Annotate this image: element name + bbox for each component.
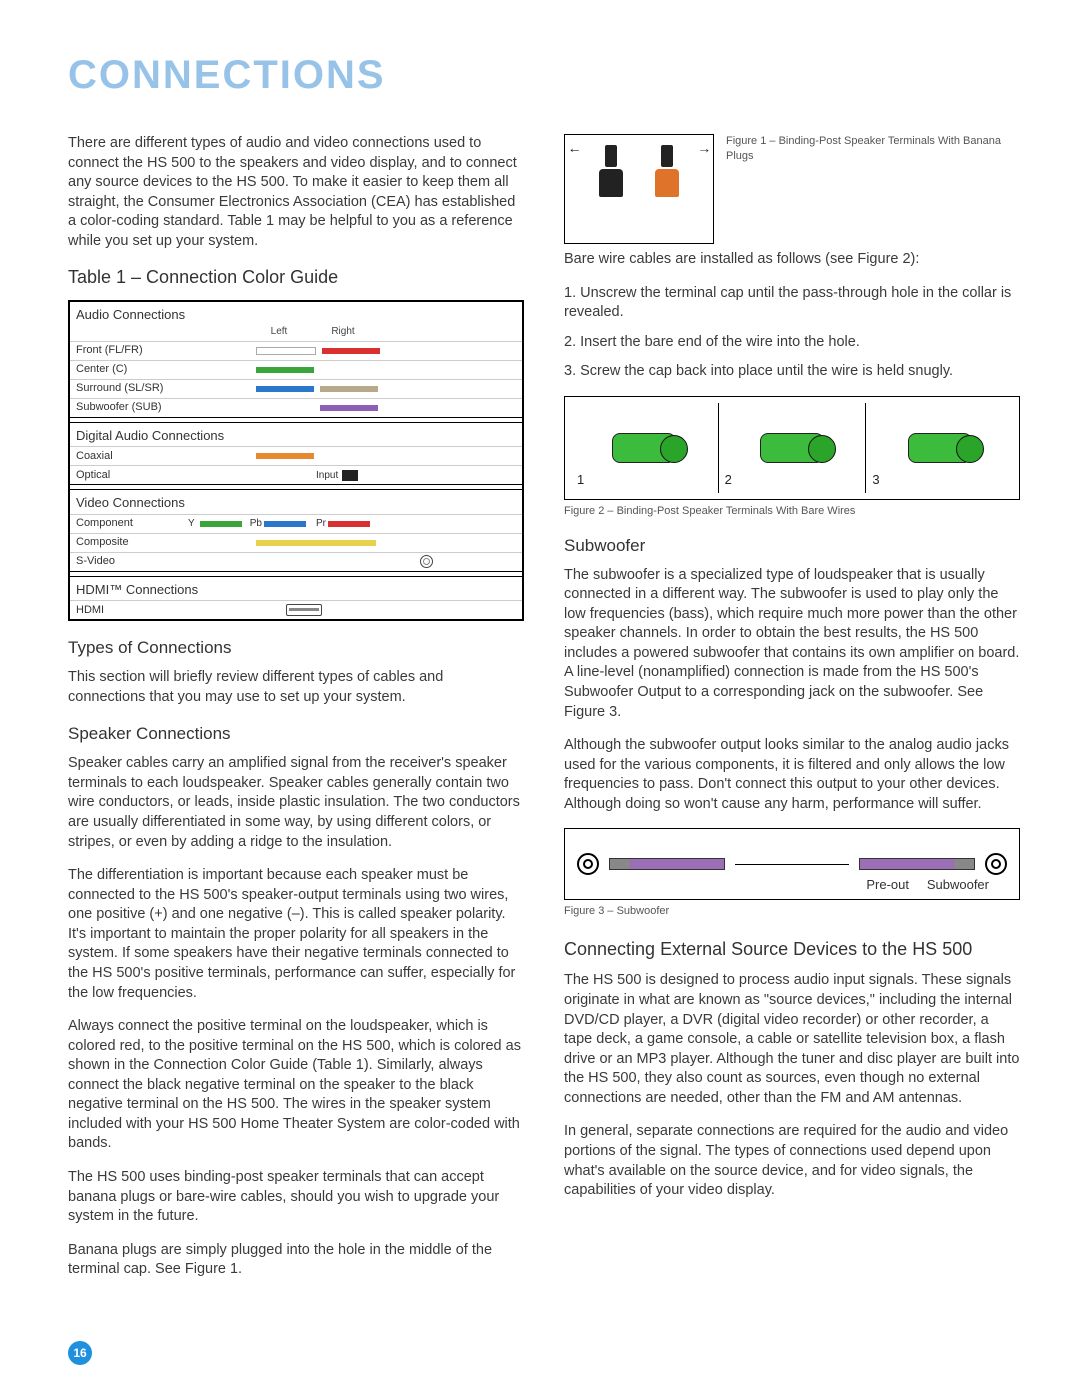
p-ext1: The HS 500 is designed to process audio … (564, 971, 1020, 1108)
p-sp4: The HS 500 uses binding-post speaker ter… (68, 1168, 524, 1227)
table1-sec2: Video Connections (70, 490, 522, 514)
swatch-front-right (322, 348, 380, 354)
table1-title: Table 1 – Connection Color Guide (68, 265, 524, 289)
p-types: This section will briefly review differe… (68, 668, 524, 707)
table-row: Front (FL/FR) (70, 341, 522, 360)
optical-input-icon (342, 470, 358, 481)
table-row: Composite (70, 533, 522, 552)
binding-post-red (655, 169, 679, 197)
table-row: Subwoofer (SUB) (70, 398, 522, 417)
swatch-composite (256, 540, 376, 546)
page-title: CONNECTIONS (68, 48, 1020, 102)
p-ext2: In general, separate connections are req… (564, 1122, 1020, 1200)
table-row: Surround (SL/SR) (70, 379, 522, 398)
swatch-center (256, 367, 314, 373)
swatch-pb (264, 521, 306, 527)
p-sp3: Always connect the positive terminal on … (68, 1017, 524, 1154)
table-row: Optical Input (70, 465, 522, 484)
rca-jack-icon (985, 853, 1007, 875)
p-sub2: Although the subwoofer output looks simi… (564, 736, 1020, 814)
table-row: S-Video (70, 552, 522, 571)
table-row: Component Y Pb Pr (70, 514, 522, 533)
rca-cable-icon (609, 858, 725, 870)
swatch-front-left (256, 347, 316, 355)
binding-post-black (599, 169, 623, 197)
intro-paragraph: There are different types of audio and v… (68, 134, 524, 251)
left-column: There are different types of audio and v… (68, 134, 524, 1294)
figure-2: 1 2 3 (564, 396, 1020, 500)
figure1-caption: Figure 1 – Binding-Post Speaker Terminal… (726, 134, 1020, 240)
hdmi-plug-icon (286, 604, 322, 616)
p-sub1: The subwoofer is a specialized type of l… (564, 566, 1020, 723)
p-sp2: The differentiation is important because… (68, 866, 524, 1003)
arrow-down-icon: ↓ (566, 147, 585, 154)
heading-sub: Subwoofer (564, 535, 1020, 558)
figure3-caption: Figure 3 – Subwoofer (564, 904, 1020, 919)
heading-speaker: Speaker Connections (68, 723, 524, 746)
figure-3: Pre-out Subwoofer (564, 828, 1020, 900)
figure2-caption: Figure 2 – Binding-Post Speaker Terminal… (564, 504, 1020, 519)
p-sp5: Banana plugs are simply plugged into the… (68, 1241, 524, 1280)
plug-tip-icon (605, 145, 617, 167)
p-sp1: Speaker cables carry an amplified signal… (68, 754, 524, 852)
bare-step-2: 2. Insert the bare end of the wire into … (564, 333, 1020, 353)
arrow-down-icon: ↓ (694, 147, 713, 154)
table-row: Center (C) (70, 360, 522, 379)
plug-tip-icon (661, 145, 673, 167)
rca-jack-icon (577, 853, 599, 875)
p-bare-intro: Bare wire cables are installed as follow… (564, 250, 1020, 270)
table-row: Coaxial (70, 446, 522, 465)
figure-1: ↓ ↓ (564, 134, 714, 244)
table1-sec0: Audio Connections (70, 302, 522, 326)
svideo-icon (420, 555, 433, 568)
bare-step-3: 3. Screw the cap back into place until t… (564, 362, 1020, 382)
table1-sec3: HDMI™ Connections (70, 577, 522, 601)
rca-cable-icon (859, 858, 975, 870)
table-row: HDMI (70, 600, 522, 619)
heading-types: Types of Connections (68, 637, 524, 660)
swatch-pr (328, 521, 370, 527)
page-number-badge: 16 (68, 1341, 92, 1365)
right-column: ↓ ↓ Figure 1 – Binding-Post Speaker Term… (564, 134, 1020, 1294)
heading-external: Connecting External Source Devices to th… (564, 937, 1020, 961)
swatch-surround-left (256, 386, 314, 392)
table1-sec1: Digital Audio Connections (70, 423, 522, 447)
table1: Audio Connections Left Right Front (FL/F… (68, 300, 524, 622)
swatch-coaxial (256, 453, 314, 459)
bare-step-1: 1. Unscrew the terminal cap until the pa… (564, 284, 1020, 323)
swatch-sub (320, 405, 378, 411)
swatch-surround-right (320, 386, 378, 392)
table1-lr-labels: Left Right (250, 325, 522, 341)
swatch-y (200, 521, 242, 527)
